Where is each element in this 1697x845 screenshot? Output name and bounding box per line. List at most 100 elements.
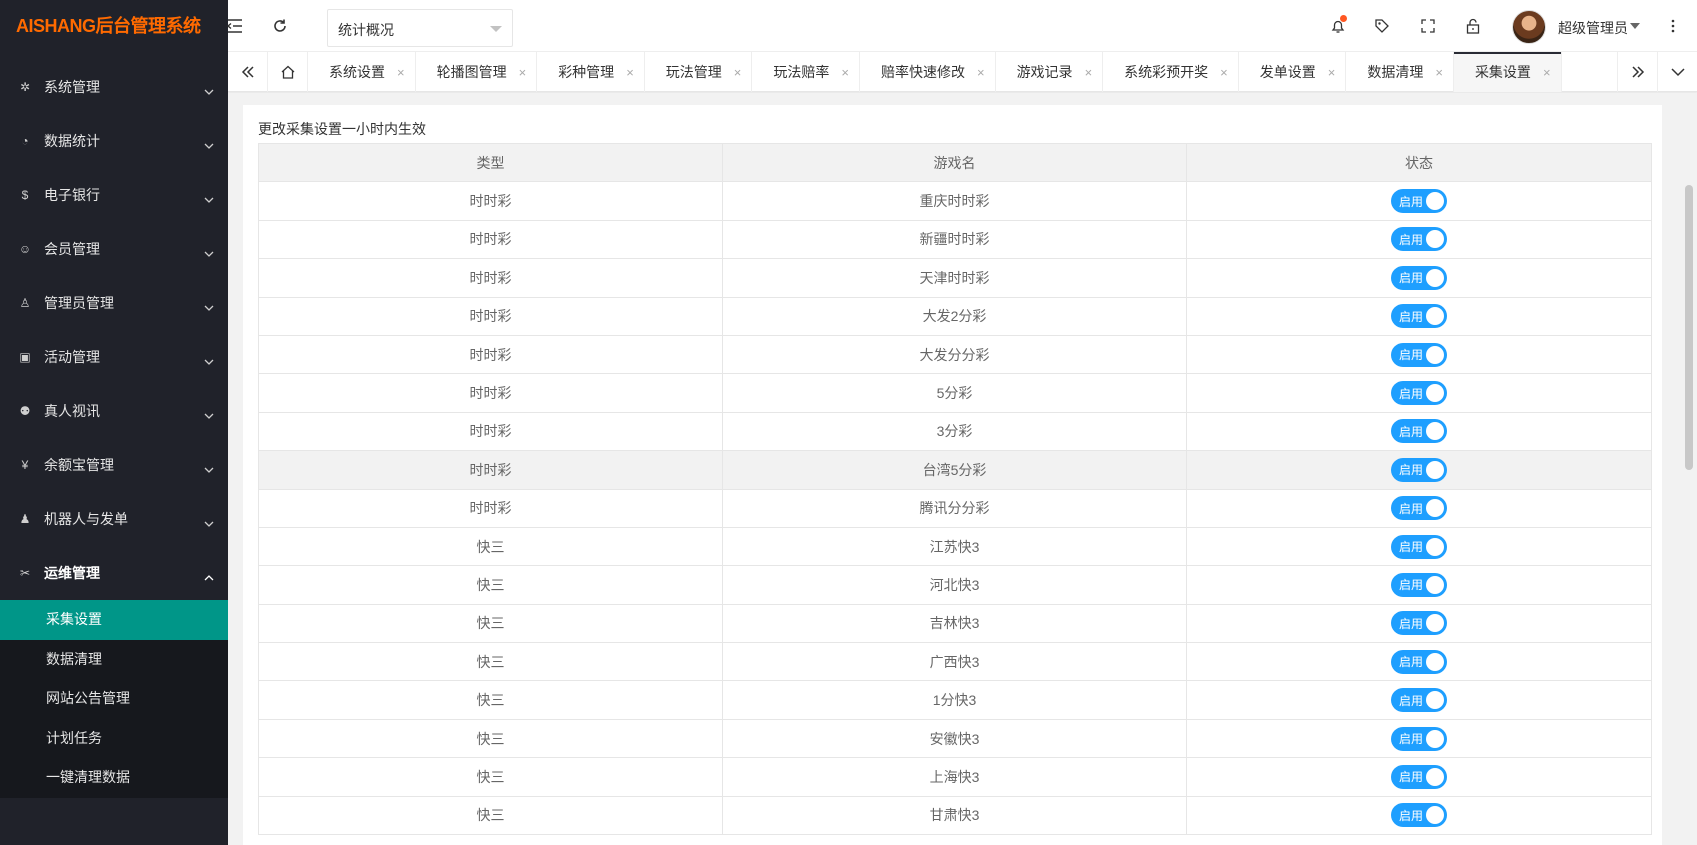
user-group-icon: ☺ [18, 242, 32, 256]
bell-icon[interactable] [1328, 15, 1348, 36]
submenu-item-1[interactable]: 数据清理 [0, 640, 228, 680]
close-icon[interactable]: × [519, 65, 527, 80]
tab-5[interactable]: 赔率快速修改 × [860, 52, 996, 92]
status-toggle[interactable]: 启用 [1391, 803, 1447, 828]
close-icon[interactable]: × [1085, 65, 1093, 80]
sidebar-item-3[interactable]: ☺ 会员管理 [0, 222, 228, 276]
user-name[interactable]: 超级管理员 [1558, 18, 1628, 38]
status-toggle[interactable]: 启用 [1391, 419, 1447, 444]
submenu-item-3[interactable]: 计划任务 [0, 719, 228, 759]
sidebar-item-9[interactable]: ✂ 运维管理 [0, 546, 228, 600]
tab-label: 轮播图管理 [436, 64, 507, 80]
close-icon[interactable]: × [1220, 65, 1228, 80]
cell-status: 启用 [1186, 526, 1652, 567]
toggle-knob [1426, 460, 1444, 479]
vertical-scrollbar[interactable] [1685, 185, 1693, 470]
chevron-down-icon [204, 514, 214, 527]
tab-7[interactable]: 系统彩预开奖 × [1103, 52, 1239, 92]
submenu-item-0[interactable]: 采集设置 [0, 600, 228, 640]
cell-status: 启用 [1186, 565, 1652, 605]
tab-list: 系统设置 × 轮播图管理 × 彩种管理 × 玩法管理 × 玩法赔率 × 赔率快速修改 × 游戏记录 × 系统… [308, 52, 1562, 92]
status-toggle[interactable]: 启用 [1391, 342, 1447, 367]
sidebar-item-7[interactable]: ¥ 余额宝管理 [0, 438, 228, 492]
status-toggle[interactable]: 启用 [1391, 227, 1447, 252]
status-toggle[interactable]: 启用 [1391, 496, 1447, 521]
close-icon[interactable]: × [397, 65, 405, 80]
more-vertical-icon[interactable] [1663, 16, 1683, 36]
sidebar-item-2[interactable]: $ 电子银行 [0, 168, 228, 222]
sidebar-item-8[interactable]: ♟ 机器人与发单 [0, 492, 228, 546]
tab-9[interactable]: 数据清理 × [1346, 52, 1454, 92]
submenu-item-4[interactable]: 一键清理数据 [0, 758, 228, 798]
sidebar-item-4[interactable]: ♙ 管理员管理 [0, 276, 228, 330]
fullscreen-icon[interactable] [1418, 16, 1438, 36]
sidebar-item-5[interactable]: ▣ 活动管理 [0, 330, 228, 384]
users-icon: ⚉ [19, 404, 31, 418]
sidebar-item-label: 真人视讯 [44, 403, 100, 419]
cell-game-name: 5分彩 [722, 373, 1187, 413]
sidebar-item-0[interactable]: ✲ 系统管理 [0, 60, 228, 114]
status-toggle[interactable]: 启用 [1391, 189, 1447, 214]
close-icon[interactable]: × [977, 65, 985, 80]
toggle-label: 启用 [1399, 271, 1424, 286]
close-icon[interactable]: × [1435, 65, 1443, 80]
lock-icon[interactable] [1463, 16, 1483, 36]
status-toggle[interactable]: 启用 [1391, 688, 1447, 713]
status-toggle[interactable]: 启用 [1391, 381, 1447, 406]
sidebar-item-label: 运维管理 [44, 565, 100, 581]
tab-0[interactable]: 系统设置 × [308, 52, 416, 92]
tab-10[interactable]: 采集设置 × [1453, 52, 1562, 92]
sidebar-item-6[interactable]: ⚉ 真人视讯 [0, 384, 228, 438]
status-toggle[interactable]: 启用 [1391, 457, 1447, 482]
cell-type: 快三 [258, 603, 723, 644]
tabs-scroll-left-icon[interactable] [228, 52, 268, 92]
close-icon[interactable]: × [734, 65, 742, 80]
sidebar-item-label: 系统管理 [44, 79, 100, 95]
cell-type: 时时彩 [258, 181, 723, 221]
tab-8[interactable]: 发单设置 × [1239, 52, 1347, 92]
tab-1[interactable]: 轮播图管理 × [416, 52, 538, 92]
app-logo[interactable]: AISHANG后台管理系统 [0, 0, 228, 52]
page-select[interactable]: 统计概况 [327, 9, 513, 47]
tabs-menu-chevron-icon[interactable] [1657, 52, 1697, 92]
toggle-knob [1426, 537, 1444, 556]
tab-label: 玩法管理 [665, 64, 722, 80]
table-row: 快三 安徽快3 启用 [258, 718, 1652, 759]
gift-icon: ▣ [19, 350, 31, 364]
status-toggle[interactable]: 启用 [1391, 534, 1447, 559]
submenu-item-2[interactable]: 网站公告管理 [0, 679, 228, 719]
status-toggle[interactable]: 启用 [1391, 304, 1447, 329]
tab-label: 系统设置 [329, 64, 385, 80]
avatar[interactable] [1512, 10, 1546, 44]
status-toggle[interactable]: 启用 [1391, 265, 1447, 290]
status-toggle[interactable]: 启用 [1391, 572, 1447, 597]
sidebar-item-1[interactable]: ◔ 数据统计 [0, 114, 228, 168]
close-icon[interactable]: × [626, 65, 634, 80]
tag-icon[interactable] [1372, 16, 1392, 36]
cell-status: 启用 [1186, 334, 1652, 375]
caret-down-icon[interactable] [1630, 23, 1640, 29]
tab-label: 玩法赔率 [773, 64, 830, 80]
status-toggle[interactable]: 启用 [1391, 611, 1447, 636]
tab-2[interactable]: 彩种管理 × [537, 52, 645, 92]
tab-bar: 系统设置 × 轮播图管理 × 彩种管理 × 玩法管理 × 玩法赔率 × 赔率快速修改 × 游戏记录 × 系统… [228, 52, 1697, 92]
cell-type: 时时彩 [258, 219, 723, 260]
tabs-scroll-right-icon[interactable] [1617, 52, 1657, 92]
status-toggle[interactable]: 启用 [1391, 764, 1447, 789]
tab-3[interactable]: 玩法管理 × [645, 52, 753, 92]
cell-type: 快三 [258, 680, 723, 720]
close-icon[interactable]: × [1328, 65, 1336, 80]
cell-status: 启用 [1186, 488, 1652, 528]
close-icon[interactable]: × [1543, 65, 1551, 80]
close-icon[interactable]: × [841, 65, 849, 80]
cell-type: 快三 [258, 757, 723, 797]
status-toggle[interactable]: 启用 [1391, 726, 1447, 751]
collapse-sidebar-icon[interactable] [225, 16, 245, 36]
refresh-icon[interactable] [270, 16, 290, 36]
tab-6[interactable]: 游戏记录 × [996, 52, 1104, 92]
home-icon[interactable] [268, 52, 308, 92]
tab-4[interactable]: 玩法赔率 × [752, 52, 860, 92]
sidebar-menu: ✲ 系统管理 ◔ 数据统计 $ 电子银行 ☺ 会员管理 ♙ 管理员管理 ▣ 活动管理 ⚉ 真人视讯 ¥ 余额宝… [0, 60, 228, 798]
cell-status: 启用 [1186, 181, 1652, 221]
status-toggle[interactable]: 启用 [1391, 649, 1447, 674]
